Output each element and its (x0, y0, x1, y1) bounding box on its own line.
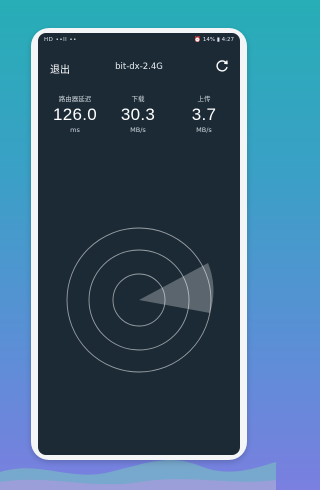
network-name: bit-dx-2.4G (115, 62, 163, 72)
download-value: 30.3 (120, 105, 156, 124)
radar-sweep (139, 263, 214, 313)
top-bar: 退出 bit-dx-2.4G (38, 55, 240, 77)
download-unit: MB/s (130, 126, 146, 134)
download-label: 下载 (131, 95, 145, 103)
upload-label: 上传 (197, 95, 211, 103)
latency-metric: 路由器延迟 126.0 ms (40, 93, 110, 134)
app-screen: HD ••ll •• ⏰ 14% ▮ 4:27 退出 bit-dx-2.4G 路… (38, 33, 240, 455)
latency-unit: ms (70, 126, 80, 134)
status-battery-time: ⏰ 14% ▮ 4:27 (194, 37, 234, 43)
upload-value: 3.7 (191, 105, 217, 124)
metrics-panel: 路由器延迟 126.0 ms 下载 30.3 MB/s 上传 3.7 MB/s (38, 93, 240, 143)
status-bar: HD ••ll •• ⏰ 14% ▮ 4:27 (38, 33, 240, 47)
latency-label: 路由器延迟 (58, 95, 92, 103)
upload-metric: 上传 3.7 MB/s (169, 93, 239, 134)
latency-value: 126.0 (52, 105, 98, 124)
status-signal: HD ••ll •• (44, 37, 77, 43)
refresh-icon[interactable] (214, 58, 230, 74)
upload-unit: MB/s (196, 126, 212, 134)
radar-scanner (66, 227, 214, 373)
download-metric: 下载 30.3 MB/s (103, 93, 173, 134)
